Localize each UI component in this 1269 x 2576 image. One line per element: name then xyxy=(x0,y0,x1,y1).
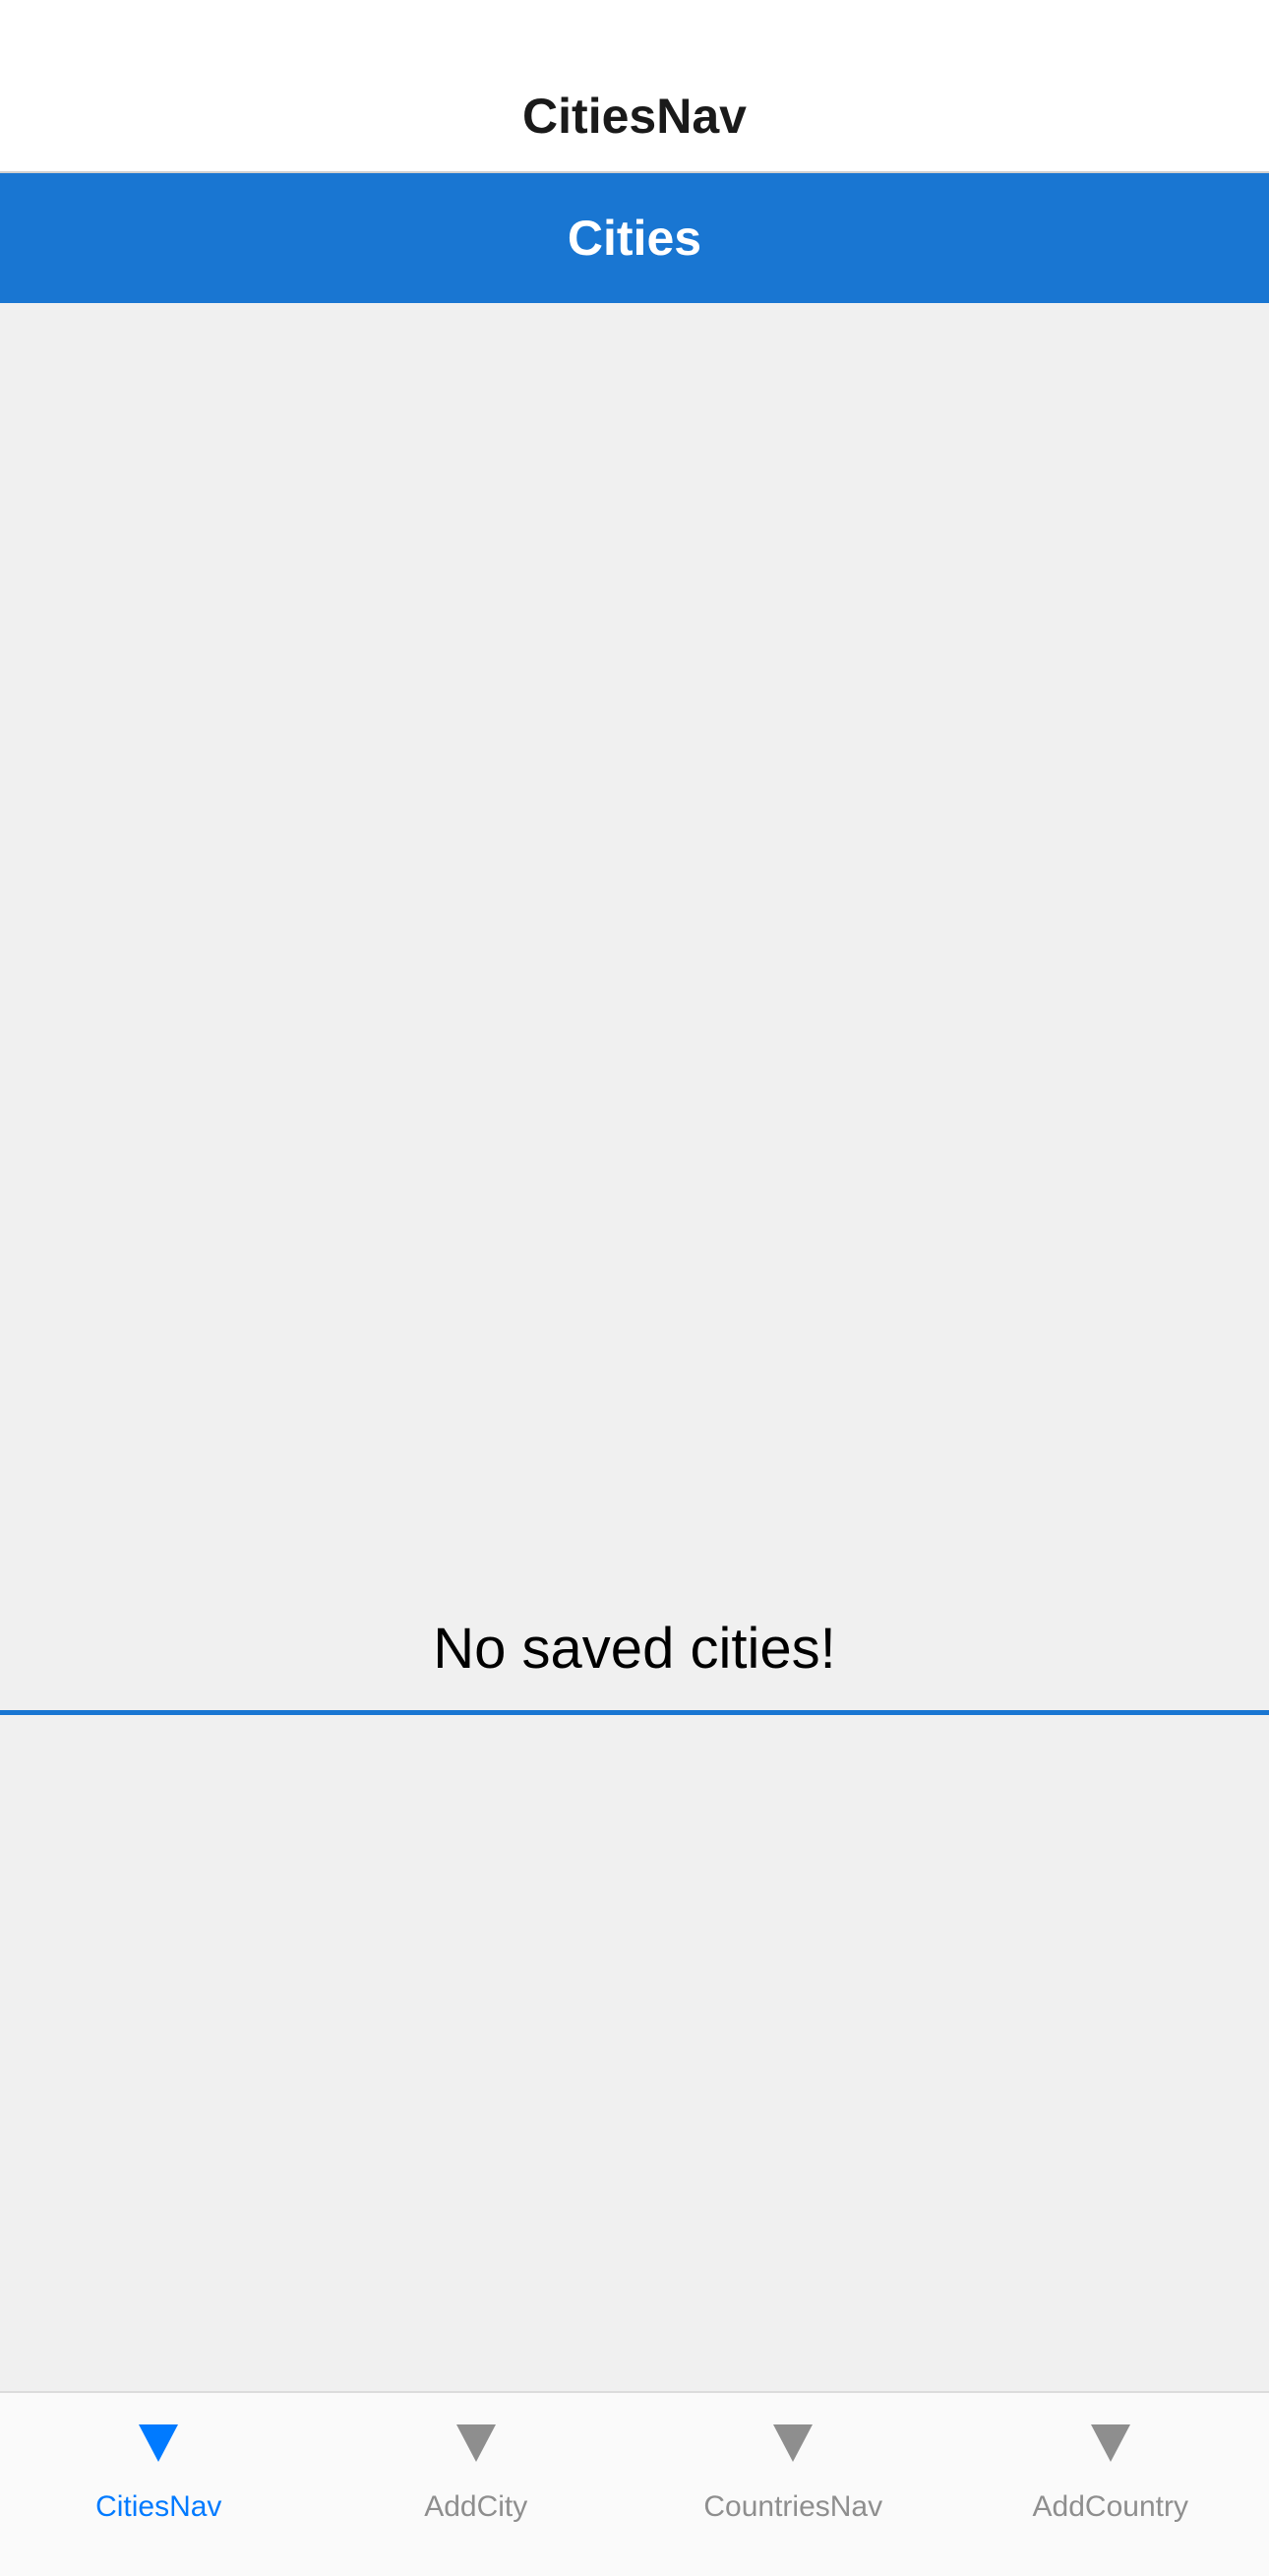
tab-bar: CitiesNav AddCity CountriesNav AddCountr… xyxy=(0,2391,1269,2576)
tab-label: CountriesNav xyxy=(703,2490,883,2523)
triangle-down-icon xyxy=(773,2424,814,2462)
nav-title: CitiesNav xyxy=(522,89,747,144)
tab-cities-nav[interactable]: CitiesNav xyxy=(0,2393,318,2576)
cities-header: Cities xyxy=(0,173,1269,303)
header-title: Cities xyxy=(567,211,702,266)
triangle-down-icon xyxy=(1090,2424,1130,2462)
navigation-bar: CitiesNav xyxy=(0,0,1269,173)
tab-add-country[interactable]: AddCountry xyxy=(952,2393,1269,2576)
app-screen: CitiesNav Cities No saved cities! Cities… xyxy=(0,0,1269,2576)
empty-state-message: No saved cities! xyxy=(433,1617,836,1681)
tab-label: AddCity xyxy=(424,2490,528,2523)
tab-label: AddCountry xyxy=(1032,2490,1188,2523)
triangle-down-icon xyxy=(139,2424,179,2462)
tab-label: CitiesNav xyxy=(95,2490,222,2523)
tab-add-city[interactable]: AddCity xyxy=(318,2393,635,2576)
tab-countries-nav[interactable]: CountriesNav xyxy=(634,2393,952,2576)
divider xyxy=(0,1710,1269,1715)
triangle-down-icon xyxy=(455,2424,496,2462)
cities-list-area: No saved cities! xyxy=(0,303,1269,2391)
